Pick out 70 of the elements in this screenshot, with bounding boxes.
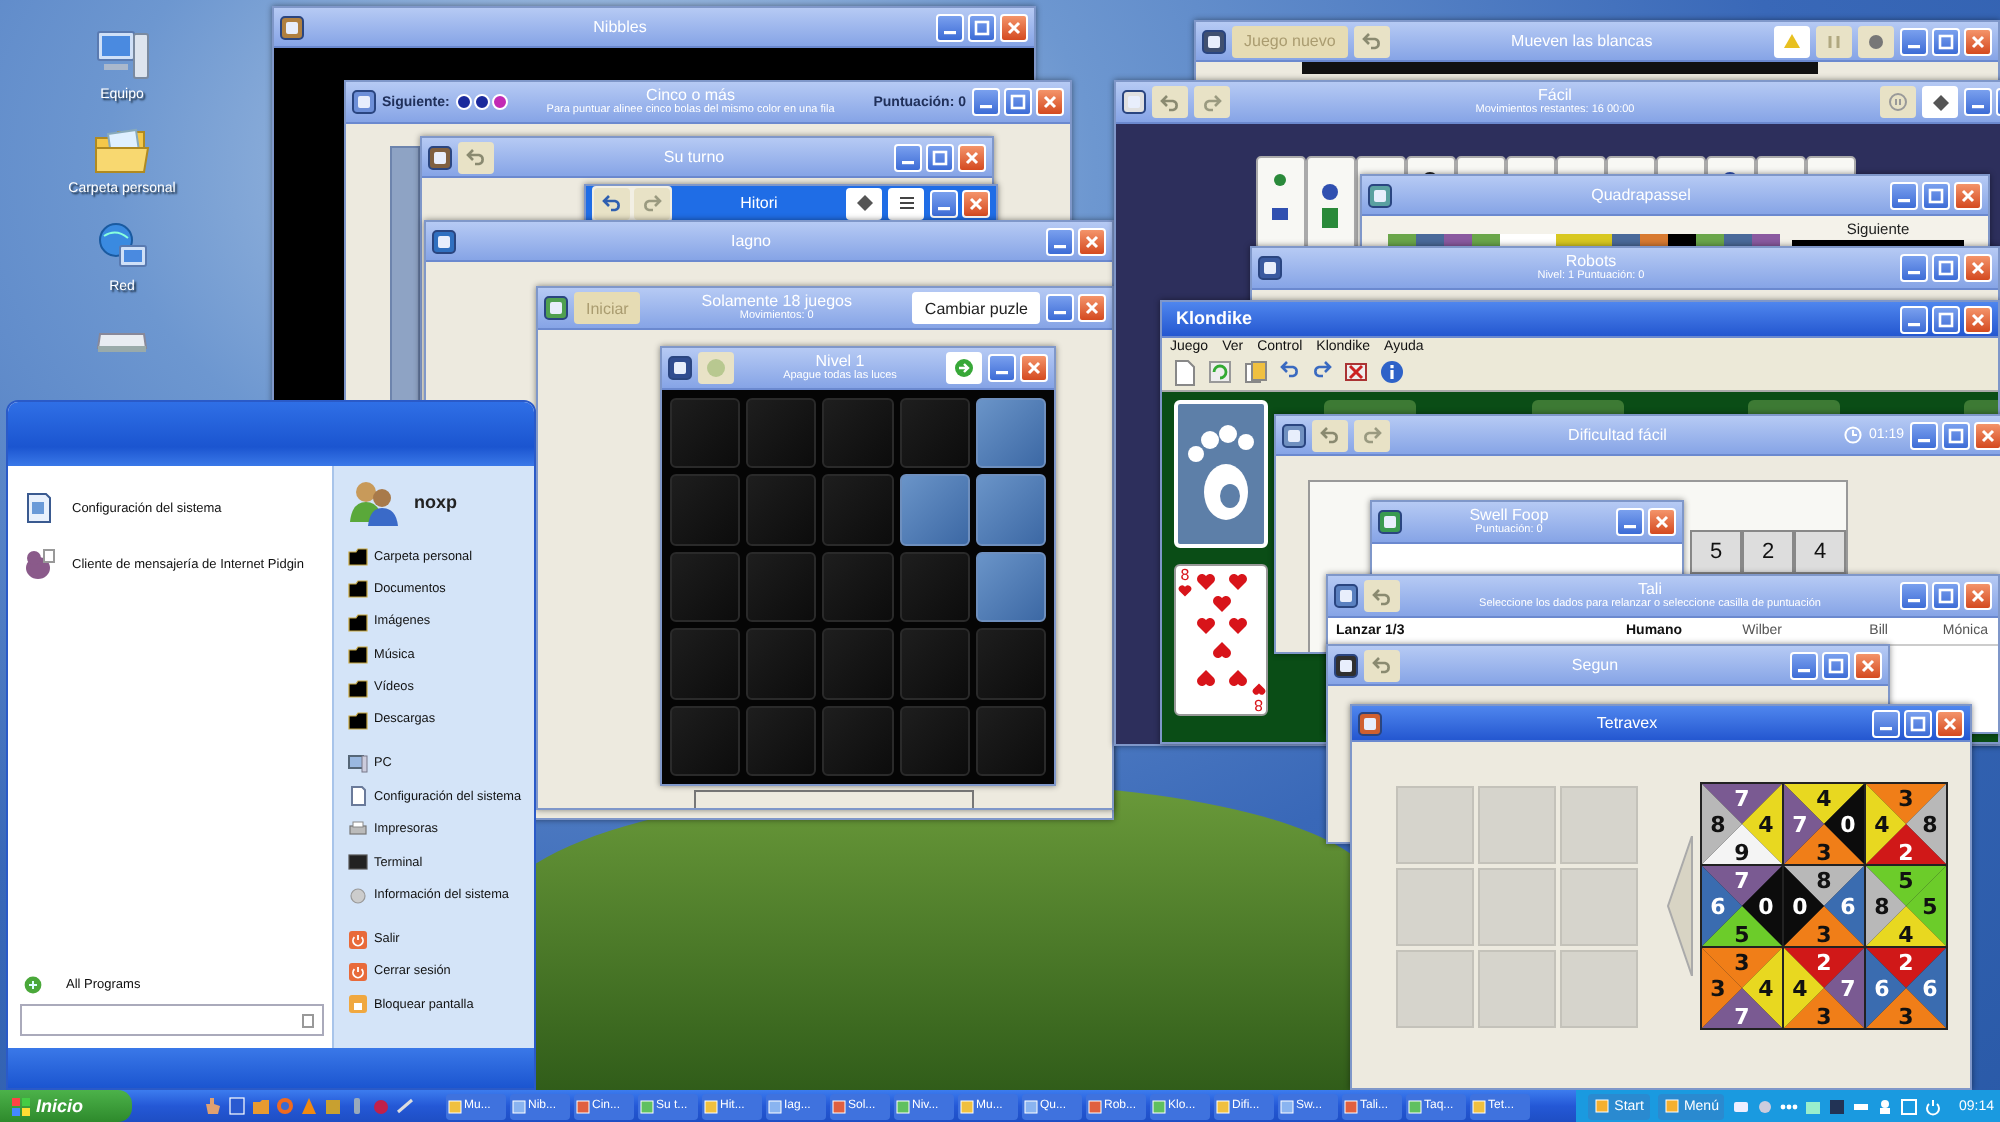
tile-number: 7 [1792, 812, 1808, 838]
puzzle-tile[interactable]: 3 4 7 3 [1702, 948, 1782, 1028]
user-name: noxp [414, 492, 457, 512]
tile-number: 2 [1898, 950, 1914, 976]
tile-number: 0 [1758, 894, 1774, 920]
window-title: Swell Foop [1469, 506, 1549, 525]
window-title: Hitori [740, 193, 778, 213]
tile-number: 3 [1710, 976, 1726, 1002]
change-puzzle-button[interactable]: Cambiar puzle [912, 292, 1040, 324]
card-rank: 8 [1180, 568, 1190, 584]
sudoku-cell[interactable]: 5 [1690, 530, 1742, 574]
window-title: Quadrapassel [1591, 185, 1691, 205]
sudoku-cell[interactable]: 4 [1794, 530, 1846, 574]
tile-number: 4 [1792, 976, 1808, 1002]
tile-number: 5 [1922, 894, 1938, 920]
tile-number: 4 [1816, 786, 1832, 812]
card-rank: 8 [1254, 696, 1264, 712]
puzzle-tile[interactable]: 7 0 5 6 [1702, 866, 1782, 946]
sudoku-cell[interactable]: 2 [1742, 530, 1794, 574]
puzzle-tile[interactable]: 5 5 4 8 [1866, 866, 1946, 946]
tile-number: 8 [1922, 812, 1938, 838]
window-title: Nivel 1 [815, 352, 865, 371]
tile-number: 4 [1898, 922, 1914, 946]
tile-number: 3 [1898, 786, 1914, 812]
tile-number: 0 [1792, 894, 1808, 920]
window-title: Nibbles [593, 17, 647, 37]
puzzle-tile[interactable]: 7 4 9 8 [1702, 784, 1782, 864]
tile-number: 7 [1734, 868, 1750, 894]
tile-number: 6 [1710, 894, 1726, 920]
window-title: Mueven las blancas [1511, 31, 1653, 51]
window-title: Tetravex [1596, 713, 1658, 733]
puzzle-tile[interactable]: 2 6 3 6 [1866, 948, 1946, 1028]
tile-number: 3 [1816, 840, 1832, 864]
tile-number: 3 [1816, 1004, 1832, 1028]
tile-number: 3 [1816, 922, 1832, 946]
tile-number: 4 [1758, 812, 1774, 838]
tile-number: 9 [1734, 840, 1750, 864]
tile-number: 3 [1898, 1004, 1914, 1028]
tile-number: 8 [1710, 812, 1726, 838]
tile-number: 7 [1734, 1004, 1750, 1028]
window-title: Su turno [663, 147, 725, 167]
puzzle-tile[interactable]: 4 0 3 7 [1784, 784, 1864, 864]
puzzle-tile[interactable]: 2 7 3 4 [1784, 948, 1864, 1028]
window-title: Solamente 18 juegos [701, 292, 852, 311]
window-title: Iagno [730, 231, 772, 251]
tile-number: 7 [1840, 976, 1856, 1002]
tile-number: 3 [1734, 950, 1750, 976]
tile-number: 8 [1874, 894, 1890, 920]
tile-number: 4 [1758, 976, 1774, 1002]
puzzle-tile[interactable]: 8 6 3 0 [1784, 866, 1864, 946]
tile-number: 6 [1840, 894, 1856, 920]
tile-number: 8 [1816, 868, 1832, 894]
tile-number: 6 [1922, 976, 1938, 1002]
window-title: Dificultad fácil [1568, 425, 1667, 445]
tile-number: 5 [1898, 868, 1914, 894]
puzzle-tile[interactable]: 3 8 2 4 [1866, 784, 1946, 864]
tile-number: 7 [1734, 786, 1750, 812]
window-title: Segun [1571, 655, 1619, 675]
tile-number: 4 [1874, 812, 1890, 838]
tile-number: 2 [1816, 950, 1832, 976]
playing-card[interactable]: 8 8 [1174, 564, 1268, 716]
tile-number: 2 [1898, 840, 1914, 864]
window-title: Tali [1637, 580, 1662, 599]
window-title: Klondike [1176, 308, 1253, 330]
window-title: Cinco o más [646, 86, 736, 105]
window-title: Fácil [1538, 86, 1572, 105]
tile-number: 0 [1840, 812, 1856, 838]
tile-number: 6 [1874, 976, 1890, 1002]
window-title: Robots [1565, 252, 1617, 271]
tile-number: 5 [1734, 922, 1750, 946]
